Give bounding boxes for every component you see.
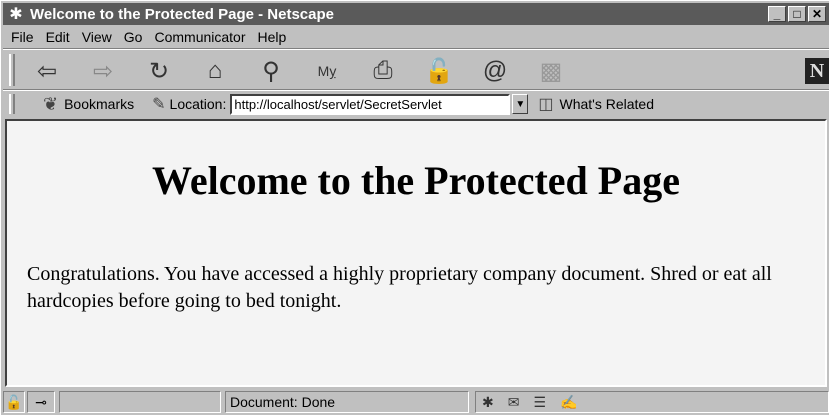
toolbar-separator [3, 89, 829, 91]
toolbar: ⇦ ⇨ ↻ ⌂ ⚲ Mỵ ⎙ 🔓 @ ▩ N ❦ Bookmarks ✎ Loc… [3, 50, 829, 117]
connection-icon: ⊸ [27, 391, 55, 413]
page-content: Welcome to the Protected Page Congratula… [5, 119, 827, 387]
location-icon[interactable]: ✎ [152, 94, 165, 114]
shop-icon[interactable]: @ [471, 55, 519, 87]
print-icon[interactable]: ⎙ [359, 55, 407, 87]
discussion-icon[interactable]: ☰ [533, 394, 546, 411]
menu-edit[interactable]: Edit [46, 29, 70, 45]
bookmarks-button[interactable]: Bookmarks [64, 96, 134, 112]
menu-help[interactable]: Help [258, 29, 287, 45]
url-input[interactable]: http://localhost/servlet/SecretServlet [230, 93, 511, 115]
menu-bar: File Edit View Go Communicator Help [3, 26, 829, 47]
page-paragraph: Congratulations. You have accessed a hig… [27, 263, 772, 312]
home-icon[interactable]: ⌂ [191, 55, 239, 87]
component-tray: ✱ ✉ ☰ ✍ [475, 391, 829, 413]
search-icon[interactable]: ⚲ [247, 55, 295, 87]
forward-icon[interactable]: ⇨ [79, 55, 127, 87]
status-bar: 🔓 ⊸ Document: Done ✱ ✉ ☰ ✍ [3, 389, 829, 415]
navigator-icon[interactable]: ✱ [482, 394, 494, 411]
bookmarks-icon[interactable]: ❦ [43, 94, 58, 115]
window-title: Welcome to the Protected Page - Netscape [30, 5, 334, 23]
composer-icon[interactable]: ✍ [560, 394, 577, 411]
menu-view[interactable]: View [82, 29, 112, 45]
status-text: Document: Done [225, 391, 469, 413]
location-label: Location: [169, 96, 227, 112]
menu-communicator[interactable]: Communicator [154, 29, 245, 45]
reload-icon[interactable]: ↻ [135, 55, 183, 87]
my-netscape-icon[interactable]: Mỵ [303, 55, 351, 87]
back-icon[interactable]: ⇦ [23, 55, 71, 87]
browser-window: ✱ Welcome to the Protected Page - Netsca… [0, 0, 830, 416]
whats-related-icon[interactable]: ◫ [538, 94, 553, 114]
url-dropdown-icon[interactable]: ▼ [512, 94, 529, 114]
location-grip[interactable] [9, 94, 15, 114]
window-controls: _ □ ✕ [768, 6, 826, 22]
stop-icon[interactable]: ▩ [527, 55, 575, 87]
minimize-button[interactable]: _ [768, 6, 786, 22]
location-toolbar: ❦ Bookmarks ✎ Location: http://localhost… [23, 92, 829, 116]
menu-go[interactable]: Go [124, 29, 143, 45]
menu-file[interactable]: File [11, 29, 34, 45]
security-icon[interactable]: 🔓 [415, 55, 463, 87]
close-button[interactable]: ✕ [808, 6, 826, 22]
netscape-logo[interactable]: N [805, 58, 829, 84]
page-title: Welcome to the Protected Page [152, 158, 680, 203]
security-lock-icon[interactable]: 🔓 [3, 391, 25, 413]
title-bar[interactable]: ✱ Welcome to the Protected Page - Netsca… [3, 3, 829, 25]
navigation-toolbar: ⇦ ⇨ ↻ ⌂ ⚲ Mỵ ⎙ 🔓 @ ▩ [23, 54, 575, 88]
toolbar-grip[interactable] [9, 54, 15, 86]
whats-related-button[interactable]: What's Related [559, 96, 654, 112]
netscape-app-icon: ✱ [9, 6, 23, 23]
maximize-button[interactable]: □ [788, 6, 806, 22]
progress-bar [59, 391, 221, 413]
mail-icon[interactable]: ✉ [508, 394, 520, 411]
